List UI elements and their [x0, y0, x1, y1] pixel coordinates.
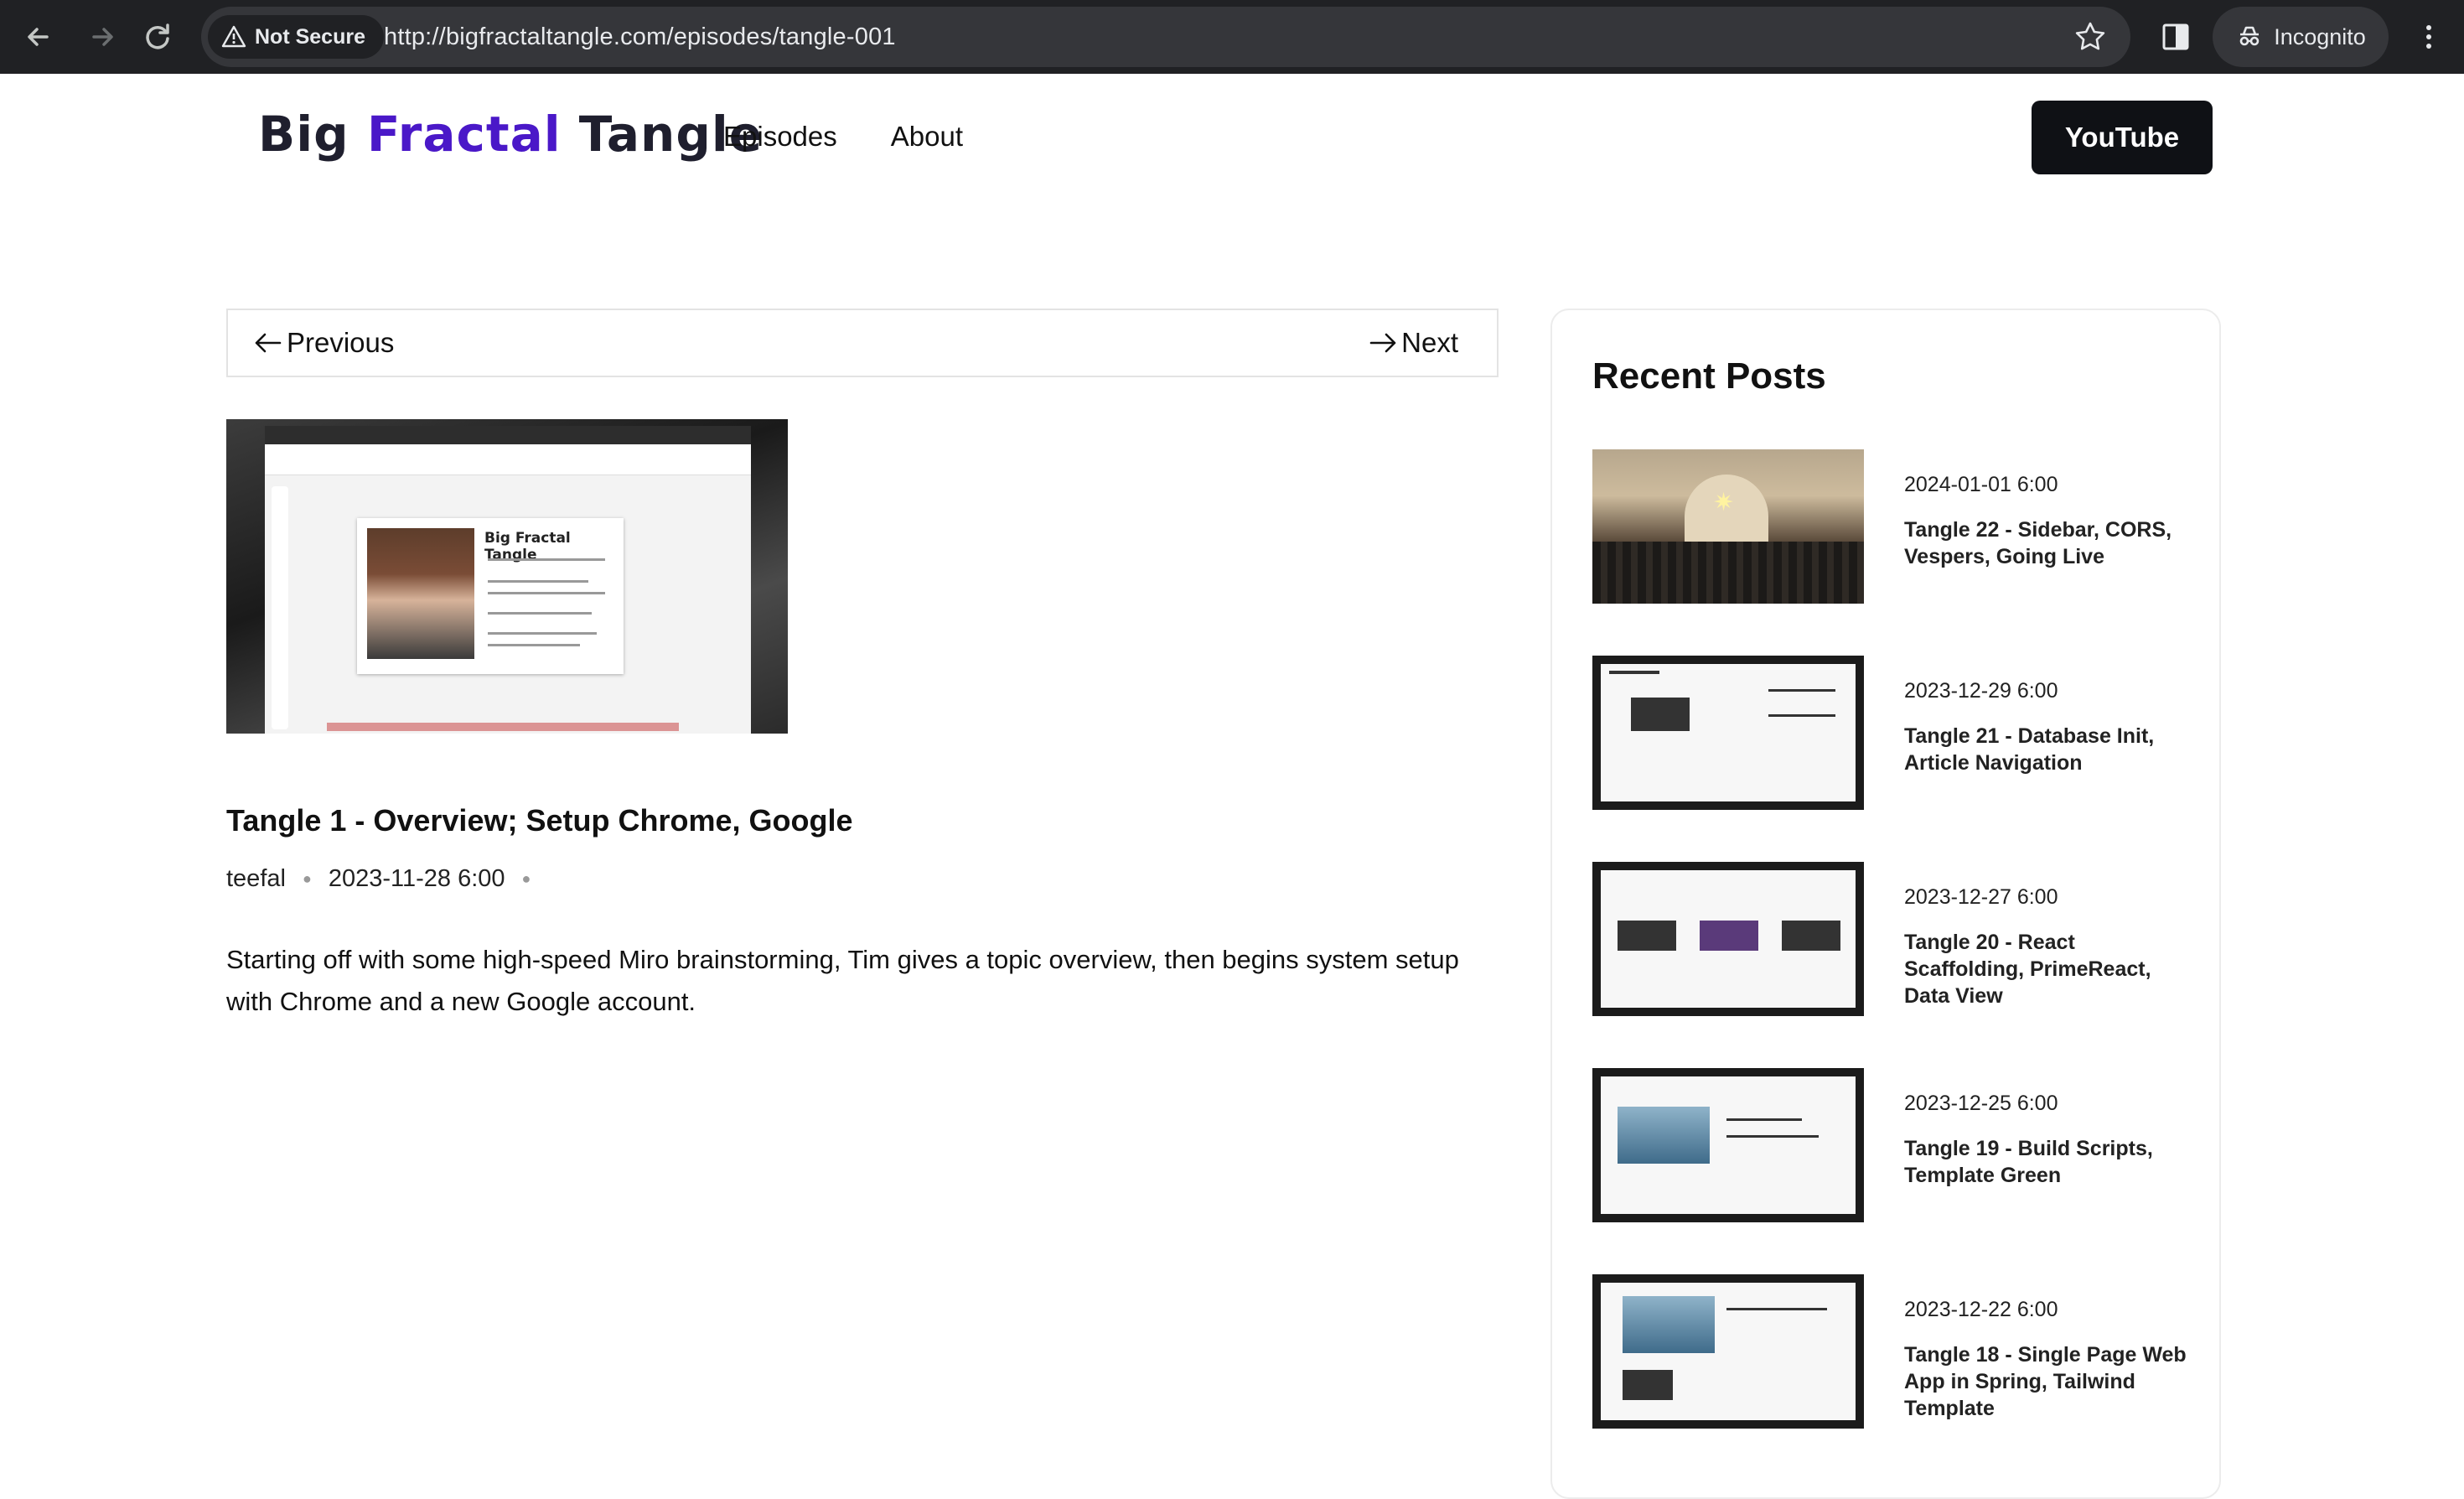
arrow-left-icon — [255, 333, 282, 353]
incognito-icon — [2239, 26, 2260, 46]
incognito-label: Incognito — [2274, 23, 2366, 49]
more-menu-icon[interactable] — [2410, 18, 2447, 55]
logo-word-fractal: Fractal — [366, 106, 562, 163]
star-ornament-icon: ✷ — [1713, 489, 1735, 516]
nav-link-episodes[interactable]: Episodes — [723, 121, 837, 153]
article-meta: teefal ● 2023-11-28 6:00 ● — [226, 865, 531, 893]
security-indicator[interactable]: Not Secure — [208, 15, 384, 59]
choir-crowd — [1592, 542, 1864, 604]
warning-icon — [221, 25, 246, 48]
reload-button[interactable] — [137, 17, 178, 57]
screenshot-text — [1726, 1308, 1827, 1310]
site-logo[interactable]: Big Fractal Tangle — [258, 106, 763, 163]
recent-post-thumbnail: ✷ — [1592, 449, 1864, 604]
screenshot-image — [1623, 1370, 1673, 1400]
miro-tool-palette — [272, 486, 288, 729]
screenshot-image — [1782, 921, 1840, 951]
screenshot-text — [1609, 671, 1659, 674]
card-text-line — [488, 592, 605, 594]
recent-post-title[interactable]: Tangle 19 - Build Scripts, Template Gree… — [1904, 1135, 2189, 1189]
recent-post-date: 2024-01-01 6:00 — [1904, 473, 2058, 496]
author[interactable]: teefal — [226, 865, 286, 893]
url-text[interactable]: http://bigfractaltangle.com/episodes/tan… — [384, 7, 896, 67]
screenshot-image — [1700, 921, 1758, 951]
miro-screenshot: Big Fractal Tangle — [265, 426, 751, 734]
recent-post-date: 2023-12-25 6:00 — [1904, 1092, 2058, 1115]
forward-button[interactable] — [82, 17, 122, 57]
article-title: Tangle 1 - Overview; Setup Chrome, Googl… — [226, 803, 853, 838]
miro-toolbar — [265, 444, 751, 475]
screenshot-text — [1726, 1118, 1802, 1121]
recent-post-date: 2023-12-27 6:00 — [1904, 885, 2058, 909]
side-panel-icon[interactable] — [2157, 18, 2194, 55]
screenshot-text — [1768, 689, 1835, 692]
sidebar-heading: Recent Posts — [1592, 355, 1826, 397]
nav-link-about[interactable]: About — [891, 121, 963, 153]
dock-strip — [327, 723, 679, 731]
recent-post-title[interactable]: Tangle 18 - Single Page Web App in Sprin… — [1904, 1341, 2189, 1422]
card-text-line — [488, 580, 588, 583]
forward-arrow-icon — [92, 28, 113, 46]
card-text-line — [488, 558, 605, 561]
recent-post-item[interactable]: ✷ 2024-01-01 6:00 Tangle 22 - Sidebar, C… — [1592, 449, 2196, 604]
back-button[interactable] — [18, 17, 59, 57]
security-label: Not Secure — [255, 24, 365, 49]
browser-toolbar: Not Secure http://bigfractaltangle.com/e… — [0, 0, 2464, 74]
recent-post-title[interactable]: Tangle 21 - Database Init, Article Navig… — [1904, 723, 2189, 776]
card-text-line — [488, 612, 592, 615]
recent-post-thumbnail — [1592, 1068, 1864, 1222]
screenshot-image — [1631, 698, 1690, 731]
card-text-line — [488, 632, 597, 635]
screenshot-page — [1601, 870, 1856, 1008]
site-nav: Episodes About — [723, 121, 963, 153]
address-bar[interactable]: Not Secure http://bigfractaltangle.com/e… — [201, 7, 2130, 67]
recent-post-thumbnail — [1592, 1274, 1864, 1429]
screenshot-text — [1768, 714, 1835, 717]
article-thumbnail: Big Fractal Tangle — [226, 419, 788, 734]
screenshot-image — [1618, 921, 1676, 951]
screenshot-page — [1601, 1076, 1856, 1214]
presenter-photo — [367, 528, 474, 659]
recent-post-title[interactable]: Tangle 22 - Sidebar, CORS, Vespers, Goin… — [1904, 516, 2189, 570]
recent-post-item[interactable]: 2023-12-29 6:00 Tangle 21 - Database Ini… — [1592, 656, 2196, 810]
intro-card: Big Fractal Tangle — [357, 518, 624, 674]
screenshot-image — [1618, 1107, 1710, 1164]
recent-post-thumbnail — [1592, 656, 1864, 810]
incognito-profile-button[interactable]: Incognito — [2213, 7, 2389, 67]
screenshot-image — [1623, 1296, 1715, 1353]
meta-separator: ● — [521, 870, 531, 887]
star-icon[interactable] — [2072, 18, 2109, 55]
arrow-right-icon — [1369, 333, 1396, 353]
recent-posts-sidebar: Recent Posts ✷ 2024-01-01 6:00 Tangle 22… — [1550, 309, 2221, 1499]
recent-post-date: 2023-12-22 6:00 — [1904, 1298, 2058, 1321]
recent-post-title[interactable]: Tangle 20 - React Scaffolding, PrimeReac… — [1904, 929, 2189, 1009]
article-summary: Starting off with some high-speed Miro b… — [226, 945, 1459, 1016]
recent-post-thumbnail — [1592, 862, 1864, 1016]
previous-label: Previous — [287, 327, 395, 358]
back-arrow-icon — [28, 28, 49, 46]
recent-post-item[interactable]: 2023-12-25 6:00 Tangle 19 - Build Script… — [1592, 1068, 2196, 1222]
logo-word-big: Big — [258, 106, 349, 163]
screenshot-page — [1601, 1283, 1856, 1420]
article-navigation: Previous Next — [226, 309, 1499, 377]
next-label: Next — [1401, 327, 1458, 358]
screenshot-text — [1726, 1135, 1819, 1138]
meta-separator: ● — [302, 870, 312, 887]
next-link[interactable]: Next — [1368, 310, 1458, 376]
recent-post-date: 2023-12-29 6:00 — [1904, 679, 2058, 703]
recent-post-item[interactable]: 2023-12-22 6:00 Tangle 18 - Single Page … — [1592, 1274, 2196, 1429]
youtube-button[interactable]: YouTube — [2032, 101, 2213, 174]
screenshot-page — [1601, 664, 1856, 801]
previous-link[interactable]: Previous — [253, 310, 394, 376]
publish-date: 2023-11-28 6:00 — [328, 865, 505, 892]
card-text-line — [488, 644, 580, 646]
recent-post-item[interactable]: 2023-12-27 6:00 Tangle 20 - React Scaffo… — [1592, 862, 2196, 1016]
reload-icon — [146, 23, 169, 49]
